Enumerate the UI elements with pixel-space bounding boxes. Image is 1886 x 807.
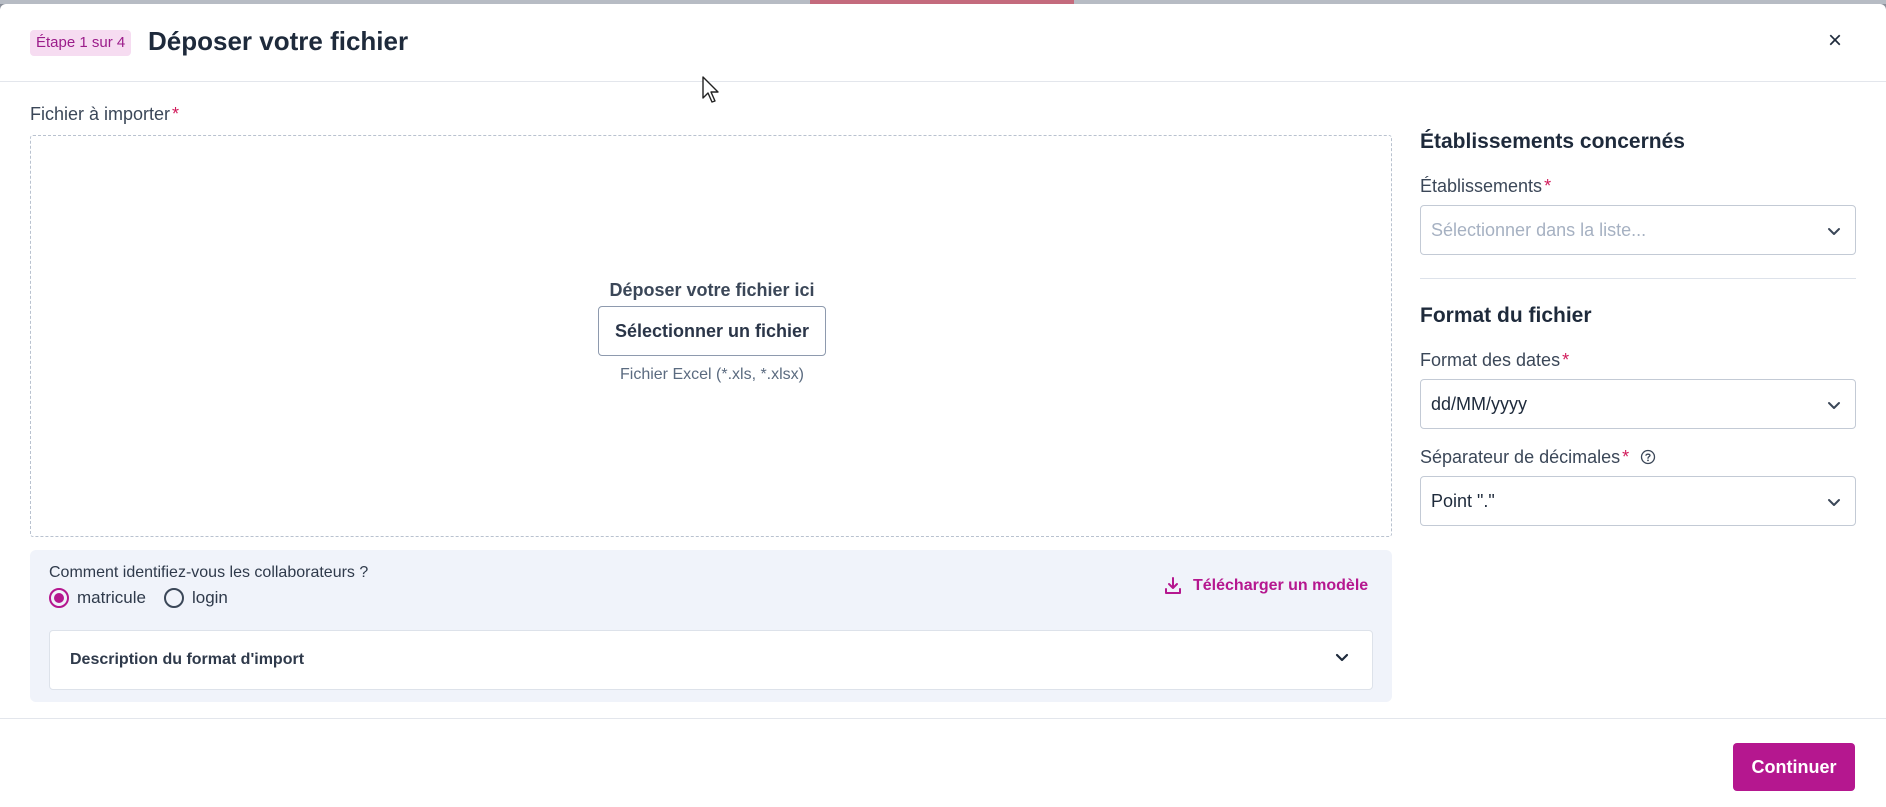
modal-header: Étape 1 sur 4 Déposer votre fichier × <box>0 4 1886 82</box>
radio-login-label[interactable]: login <box>192 588 228 608</box>
establishments-label: Établissements * <box>1420 176 1551 197</box>
download-template-label[interactable]: Télécharger un modèle <box>1193 577 1368 595</box>
establishments-placeholder: Sélectionner dans la liste... <box>1431 220 1647 240</box>
decimal-separator-label: Séparateur de décimales * <box>1420 447 1656 468</box>
file-field-label: Fichier à importer * <box>30 104 179 125</box>
file-format-section-title: Format du fichier <box>1420 304 1592 327</box>
date-format-label: Format des dates * <box>1420 350 1569 371</box>
close-icon[interactable]: × <box>1824 29 1846 53</box>
section-divider <box>1420 278 1856 279</box>
date-format-value: dd/MM/yyyy <box>1431 394 1528 414</box>
required-mark: * <box>1562 350 1570 370</box>
accordion-title: Description du format d'import <box>70 651 305 668</box>
drop-text: Déposer votre fichier ici <box>609 280 815 300</box>
decimal-separator-select[interactable]: Point "." <box>1420 476 1856 526</box>
identify-question: Comment identifiez-vous les collaborateu… <box>49 564 369 581</box>
mouse-cursor-icon <box>702 76 719 103</box>
select-file-button[interactable]: Sélectionner un fichier <box>598 306 826 356</box>
establishments-section-title: Établissements concernés <box>1420 130 1685 153</box>
date-format-label-text: Format des dates <box>1420 350 1561 370</box>
download-template-link[interactable]: Télécharger un modèle <box>1163 576 1368 596</box>
establishments-select[interactable]: Sélectionner dans la liste... <box>1420 205 1856 255</box>
radio-matricule-label[interactable]: matricule <box>77 588 146 608</box>
modal-title: Déposer votre fichier <box>148 26 409 56</box>
file-type-hint: Fichier Excel (*.xls, *.xlsx) <box>619 366 805 383</box>
required-mark: * <box>1544 176 1552 196</box>
required-mark: * <box>1622 447 1630 467</box>
download-icon <box>1165 577 1181 594</box>
file-dropzone[interactable]: Déposer votre fichier ici Sélectionner u… <box>30 135 1392 537</box>
chevron-down-icon <box>1828 228 1840 235</box>
identify-panel: Comment identifiez-vous les collaborateu… <box>30 550 1392 702</box>
decimal-separator-value: Point "." <box>1431 491 1495 511</box>
required-mark: * <box>172 104 180 124</box>
radio-login[interactable] <box>163 588 184 608</box>
help-icon[interactable] <box>1640 449 1656 465</box>
file-field-label-text: Fichier à importer <box>30 104 171 124</box>
continue-button[interactable]: Continuer <box>1733 743 1855 791</box>
date-format-select[interactable]: dd/MM/yyyy <box>1420 379 1856 429</box>
import-modal: Étape 1 sur 4 Déposer votre fichier × Fi… <box>0 4 1886 807</box>
step-badge: Étape 1 sur 4 <box>30 30 132 56</box>
establishments-label-text: Établissements <box>1420 176 1543 196</box>
decimal-separator-label-text: Séparateur de décimales <box>1420 447 1621 467</box>
radio-matricule[interactable] <box>49 588 69 608</box>
chevron-down-icon <box>1828 499 1840 506</box>
modal-footer: Continuer <box>0 718 1886 807</box>
chevron-down-icon <box>1335 653 1349 662</box>
chevron-down-icon <box>1828 402 1840 409</box>
import-format-description-accordion[interactable]: Description du format d'import <box>49 630 1373 690</box>
identify-radio-group: matricule login <box>49 588 246 608</box>
